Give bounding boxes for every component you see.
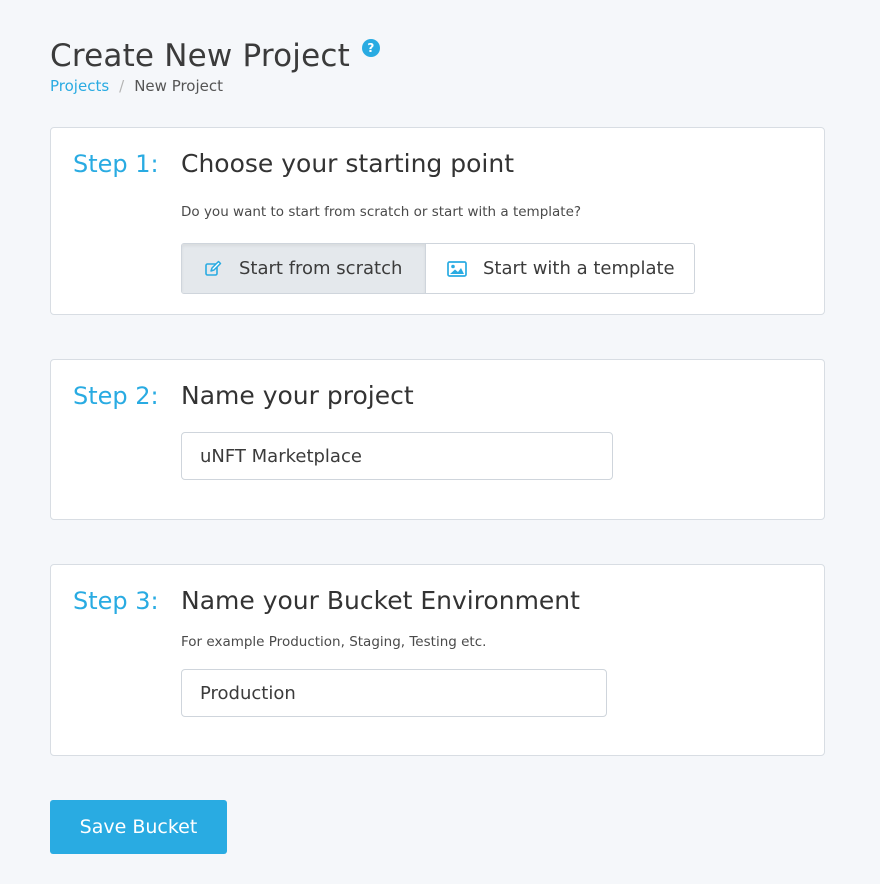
step-3-card: Step 3: Name your Bucket Environment For…: [50, 564, 825, 756]
step-3-label: Step 3:: [73, 587, 159, 615]
step-2-label: Step 2:: [73, 382, 159, 410]
step-1-title: Choose your starting point: [181, 149, 514, 178]
page-title-text: Create New Project: [50, 37, 350, 74]
save-bucket-button[interactable]: Save Bucket: [50, 800, 227, 854]
help-icon[interactable]: ?: [362, 38, 380, 57]
start-with-template-button[interactable]: Start with a template: [426, 244, 694, 293]
step-1-card: Step 1: Choose your starting point Do yo…: [50, 127, 825, 315]
bucket-environment-input[interactable]: [181, 669, 607, 717]
breadcrumb-projects-link[interactable]: Projects: [50, 77, 109, 95]
project-name-input[interactable]: [181, 432, 613, 480]
step-2-title: Name your project: [181, 381, 414, 410]
start-from-scratch-label: Start from scratch: [239, 258, 403, 279]
step-3-title: Name your Bucket Environment: [181, 586, 580, 615]
page-title: Create New Project ?: [50, 38, 380, 74]
starting-point-toggle: Start from scratch Start with a template: [181, 243, 695, 294]
step-1-description: Do you want to start from scratch or sta…: [181, 204, 582, 220]
step-1-label: Step 1:: [73, 150, 159, 178]
breadcrumb-current: New Project: [134, 77, 224, 95]
image-icon: [447, 259, 467, 279]
edit-icon: [203, 259, 223, 279]
breadcrumb: Projects / New Project: [50, 77, 223, 95]
start-with-template-label: Start with a template: [483, 258, 675, 279]
step-3-description: For example Production, Staging, Testing…: [181, 634, 487, 650]
start-from-scratch-button[interactable]: Start from scratch: [182, 244, 426, 293]
breadcrumb-separator: /: [119, 77, 125, 95]
step-2-card: Step 2: Name your project: [50, 359, 825, 520]
